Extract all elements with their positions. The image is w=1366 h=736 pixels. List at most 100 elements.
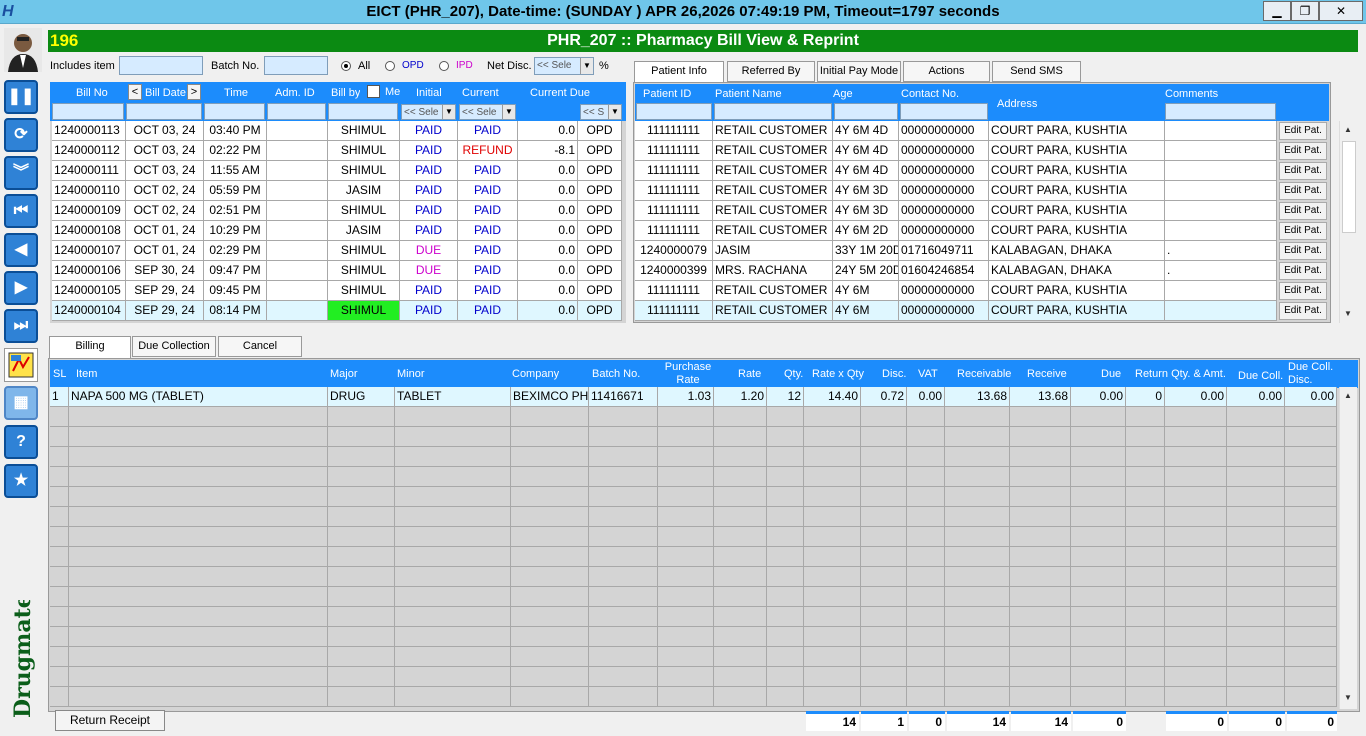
next-record-button[interactable]: ▶ (4, 271, 38, 305)
patients-scrollbar[interactable]: ▲ ▼ (1339, 121, 1357, 323)
item-cell-item (69, 647, 328, 667)
favorite-button[interactable]: ★ (4, 464, 38, 498)
return-receipt-button[interactable]: Return Receipt (55, 710, 165, 731)
patient-row[interactable]: 1240000079 JASIM 33Y 1M 20D 01716049711 KALA… (635, 241, 1329, 261)
item-cell-rate (714, 507, 767, 527)
close-button[interactable]: ✕ (1319, 1, 1363, 21)
item-cell-rate (714, 487, 767, 507)
bill-cell-current: PAID (458, 261, 518, 281)
item-cell-prate: 1.03 (658, 387, 714, 407)
tab-actions[interactable]: Actions (903, 61, 990, 82)
previous-record-button[interactable]: ◀ (4, 233, 38, 267)
comments-filter[interactable] (1165, 103, 1276, 120)
patient-id-filter[interactable] (636, 103, 712, 120)
table-row[interactable]: 1240000113 OCT 03, 24 03:40 PM SHIMUL PAID PA… (50, 121, 626, 141)
percent-label: % (599, 60, 609, 72)
scroll-down-icon[interactable]: ▼ (1340, 693, 1356, 702)
current-filter-select[interactable]: << Sele ▼ (459, 104, 516, 120)
edit-patient-button[interactable]: Edit Pat. (1279, 202, 1327, 220)
tab-patient-info[interactable]: Patient Info (634, 61, 724, 83)
patient-cell-name: RETAIL CUSTOMER (713, 181, 833, 201)
radio-ipd[interactable] (439, 61, 449, 71)
help-button[interactable]: ? (4, 425, 38, 459)
restore-button[interactable]: ❐ (1291, 1, 1319, 21)
item-row[interactable]: 1 NAPA 500 MG (TABLET) DRUG TABLET BEXIMCO P… (50, 387, 1338, 407)
bill-no-filter[interactable] (52, 103, 124, 120)
table-row[interactable]: 1240000104 SEP 29, 24 08:14 PM SHIMUL PAID PA… (50, 301, 626, 321)
type-filter-select[interactable]: << S ▼ (580, 104, 622, 120)
tab-send-sms[interactable]: Send SMS (992, 61, 1081, 82)
tab-cancel[interactable]: Cancel (218, 336, 302, 357)
patient-cell-comments: . (1165, 241, 1277, 261)
tab-due-collection[interactable]: Due Collection (132, 336, 216, 357)
patient-row[interactable]: 1240000399 MRS. RACHANA 24Y 5M 20D 01604246… (635, 261, 1329, 281)
initial-filter-select[interactable]: << Sele ▼ (401, 104, 456, 120)
batch-no-input[interactable] (264, 56, 328, 75)
patient-row[interactable]: 111111111 RETAIL CUSTOMER 4Y 6M 4D 00000000… (635, 121, 1329, 141)
time-filter[interactable] (204, 103, 265, 120)
items-scrollbar[interactable]: ▲ ▼ (1339, 387, 1357, 709)
radio-opd[interactable] (385, 61, 395, 71)
refresh-button[interactable]: ⟳ (4, 118, 38, 152)
patient-row[interactable]: 111111111 RETAIL CUSTOMER 4Y 6M 00000000000… (635, 301, 1329, 321)
edit-patient-button[interactable]: Edit Pat. (1279, 282, 1327, 300)
scroll-thumb[interactable] (1342, 141, 1356, 233)
bill-cell-time: 09:47 PM (204, 261, 267, 281)
patient-row[interactable]: 111111111 RETAIL CUSTOMER 4Y 6M 4D 00000000… (635, 161, 1329, 181)
minimize-button[interactable]: ▁ (1263, 1, 1291, 21)
total-vat: 0 (909, 711, 945, 731)
table-row[interactable]: 1240000105 SEP 29, 24 09:45 PM SHIMUL PAID PA… (50, 281, 626, 301)
item-cell-ret-amt: 0.00 (1165, 387, 1227, 407)
age-filter[interactable] (834, 103, 898, 120)
patient-row[interactable]: 111111111 RETAIL CUSTOMER 4Y 6M 4D 00000000… (635, 141, 1329, 161)
tab-referred-by[interactable]: Referred By (727, 61, 815, 82)
tab-initial-pay-mode[interactable]: Initial Pay Mode (817, 61, 901, 82)
table-row[interactable]: 1240000109 OCT 02, 24 02:51 PM SHIMUL PAID PA… (50, 201, 626, 221)
tab-billing[interactable]: Billing (49, 336, 131, 358)
col-initial: Initial (416, 87, 442, 99)
edit-patient-button[interactable]: Edit Pat. (1279, 142, 1327, 160)
edit-patient-button[interactable]: Edit Pat. (1279, 182, 1327, 200)
scroll-up-icon[interactable]: ▲ (1340, 391, 1356, 400)
patient-row[interactable]: 111111111 RETAIL CUSTOMER 4Y 6M 3D 00000000… (635, 201, 1329, 221)
first-record-button[interactable]: ⏮ (4, 194, 38, 228)
item-cell-receive (1010, 407, 1071, 427)
bill-cell-date: SEP 30, 24 (126, 261, 204, 281)
edit-patient-button[interactable]: Edit Pat. (1279, 222, 1327, 240)
patient-name-filter[interactable] (714, 103, 832, 120)
table-row[interactable]: 1240000112 OCT 03, 24 02:22 PM SHIMUL PAID RE… (50, 141, 626, 161)
net-disc-select[interactable]: << Sele ▼ (534, 57, 594, 75)
next-date-button[interactable]: > (187, 84, 201, 100)
edit-patient-button[interactable]: Edit Pat. (1279, 162, 1327, 180)
pause-button[interactable]: ❚❚ (4, 80, 38, 114)
includes-item-input[interactable] (119, 56, 203, 75)
item-cell-receivable (945, 527, 1010, 547)
adm-id-filter[interactable] (267, 103, 326, 120)
radio-all[interactable] (341, 61, 351, 71)
patient-cell-id: 111111111 (635, 281, 713, 301)
scroll-down-icon[interactable]: ▼ (1340, 309, 1356, 318)
edit-patient-button[interactable]: Edit Pat. (1279, 122, 1327, 140)
scroll-up-icon[interactable]: ▲ (1340, 125, 1356, 134)
table-row[interactable]: 1240000106 SEP 30, 24 09:47 PM SHIMUL DUE PAI… (50, 261, 626, 281)
report-button[interactable] (4, 348, 38, 382)
expand-down-button[interactable]: ︾ (4, 156, 38, 190)
patient-row[interactable]: 111111111 RETAIL CUSTOMER 4Y 6M 2D 00000000… (635, 221, 1329, 241)
edit-patient-button[interactable]: Edit Pat. (1279, 302, 1327, 320)
bill-date-filter[interactable] (126, 103, 202, 120)
calculator-button[interactable]: ▦ (4, 386, 38, 420)
me-checkbox[interactable] (367, 85, 380, 98)
patient-row[interactable]: 111111111 RETAIL CUSTOMER 4Y 6M 00000000000… (635, 281, 1329, 301)
bill-by-filter[interactable] (328, 103, 398, 120)
prev-date-button[interactable]: < (128, 84, 142, 100)
patient-row[interactable]: 111111111 RETAIL CUSTOMER 4Y 6M 3D 00000000… (635, 181, 1329, 201)
last-record-button[interactable]: ⏭ (4, 309, 38, 343)
empty-item-row (50, 447, 1338, 467)
edit-patient-button[interactable]: Edit Pat. (1279, 262, 1327, 280)
contact-filter[interactable] (900, 103, 988, 120)
table-row[interactable]: 1240000111 OCT 03, 24 11:55 AM SHIMUL PAID PA… (50, 161, 626, 181)
table-row[interactable]: 1240000110 OCT 02, 24 05:59 PM JASIM PAID PAI… (50, 181, 626, 201)
table-row[interactable]: 1240000107 OCT 01, 24 02:29 PM SHIMUL DUE PAI… (50, 241, 626, 261)
table-row[interactable]: 1240000108 OCT 01, 24 10:29 PM JASIM PAID PAI… (50, 221, 626, 241)
edit-patient-button[interactable]: Edit Pat. (1279, 242, 1327, 260)
